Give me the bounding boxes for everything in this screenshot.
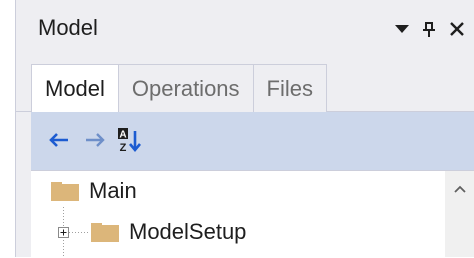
- tree-node-main[interactable]: Main: [51, 174, 137, 208]
- tree-node-modelsetup[interactable]: ModelSetup: [91, 215, 246, 249]
- forward-button[interactable]: [81, 126, 109, 154]
- vertical-scrollbar[interactable]: [445, 171, 474, 257]
- model-panel: Model Model Operations Files A Z Main Mo…: [15, 0, 474, 258]
- pin-button[interactable]: [418, 18, 440, 40]
- folder-icon: [51, 182, 79, 201]
- chevron-up-icon: [454, 185, 466, 193]
- panel-title: Model: [38, 15, 98, 40]
- pin-icon: [423, 22, 435, 37]
- tree-node-label: ModelSetup: [129, 219, 247, 244]
- tab-label: Operations: [131, 75, 240, 101]
- tab-label: Model: [45, 75, 105, 101]
- back-button[interactable]: [45, 126, 73, 154]
- tree-node-label: Main: [89, 178, 137, 203]
- toolbar: A Z: [31, 112, 474, 170]
- panel-title-bar: Model: [16, 0, 474, 56]
- folder-icon: [91, 223, 119, 242]
- tab-model[interactable]: Model: [31, 64, 119, 112]
- close-icon: [450, 22, 464, 36]
- model-tree: Main ModelSetup: [31, 170, 474, 258]
- dropdown-button[interactable]: [391, 18, 413, 40]
- svg-text:A: A: [119, 130, 126, 141]
- chevron-down-icon: [395, 25, 409, 33]
- tab-strip: Model Operations Files: [31, 64, 327, 112]
- close-button[interactable]: [446, 18, 468, 40]
- plus-icon: [60, 229, 67, 236]
- expand-toggle[interactable]: [58, 227, 69, 238]
- sort-button[interactable]: A Z: [115, 126, 143, 154]
- tab-operations[interactable]: Operations: [118, 64, 254, 112]
- sort-az-icon: A Z: [118, 128, 141, 153]
- tab-files[interactable]: Files: [253, 64, 327, 112]
- arrow-left-icon: [49, 133, 68, 147]
- svg-text:Z: Z: [120, 142, 127, 153]
- arrow-right-icon: [86, 133, 105, 147]
- scroll-up-button[interactable]: [445, 171, 474, 207]
- tab-label: Files: [266, 75, 313, 101]
